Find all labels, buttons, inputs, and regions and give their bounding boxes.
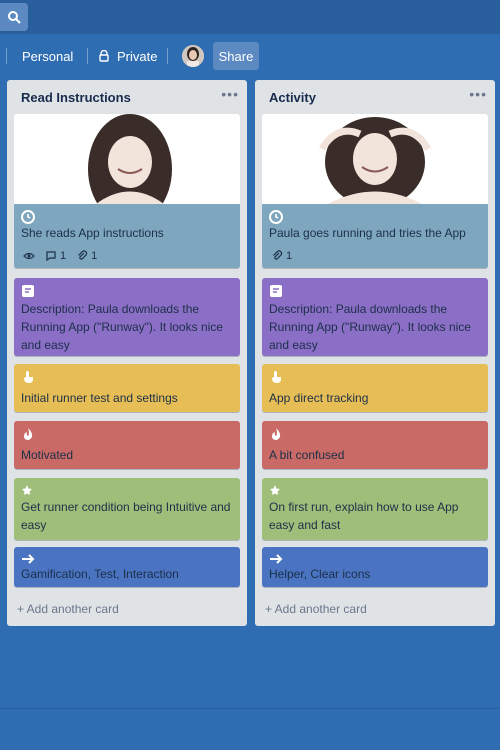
card-text: She reads App instructions	[21, 226, 164, 240]
top-bar	[0, 0, 500, 34]
privacy-label: Private	[117, 48, 158, 64]
eye-icon	[23, 252, 35, 260]
card-emotion[interactable]: A bit confused	[262, 421, 488, 469]
divider	[6, 48, 7, 64]
arrow-right-icon	[22, 554, 35, 564]
attachments-badge: 1	[76, 247, 97, 265]
share-button[interactable]: Share	[213, 42, 259, 70]
card-text: Initial runner test and settings	[21, 391, 178, 405]
board-header: Personal Private Share	[0, 34, 500, 78]
list-title: Activity	[269, 90, 316, 105]
search-icon	[8, 11, 21, 24]
team-visibility-label: Personal	[22, 48, 74, 64]
team-visibility-button[interactable]: Personal	[22, 44, 73, 68]
clock-icon	[21, 210, 35, 224]
card-text: App direct tracking	[269, 391, 369, 405]
card-text: On first run, explain how to use App eas…	[269, 500, 459, 532]
woman-portrait-image	[14, 114, 240, 204]
card-cover[interactable]: Paula goes running and tries the App 1	[262, 114, 488, 268]
card-badges: 1	[271, 247, 292, 265]
touch-icon	[24, 371, 33, 383]
add-card-button[interactable]: + Add another card	[265, 602, 367, 616]
card-opportunity[interactable]: Get runner condition being Intuitive and…	[14, 478, 240, 540]
card-text: A bit confused	[269, 448, 345, 462]
comment-icon	[46, 251, 56, 262]
list-read-instructions: Read Instructions ••• She reads App inst…	[7, 80, 247, 626]
attachments-count: 1	[286, 250, 293, 262]
attachments-count: 1	[91, 250, 98, 262]
lock-icon	[99, 50, 109, 62]
card-emotion[interactable]: Motivated	[14, 421, 240, 469]
card-cover[interactable]: She reads App instructions 1 1	[14, 114, 240, 268]
card-text: Description: Paula downloads the Running…	[269, 302, 471, 352]
card-text: Get runner condition being Intuitive and…	[21, 500, 231, 532]
card-text: Paula goes running and tries the App	[269, 226, 466, 240]
paperclip-icon	[78, 250, 88, 260]
card-text: Helper, Clear icons	[269, 567, 371, 581]
card-tags[interactable]: Helper, Clear icons	[262, 547, 488, 587]
list-menu-button[interactable]: •••	[221, 86, 239, 102]
attachments-badge: 1	[271, 247, 292, 265]
cover-image	[262, 114, 488, 204]
list-activity: Activity ••• Paula goes running and trie…	[255, 80, 495, 626]
list-title: Read Instructions	[21, 90, 131, 105]
cover-image	[14, 114, 240, 204]
arrow-right-icon	[270, 554, 283, 564]
card-touch[interactable]: App direct tracking	[262, 364, 488, 412]
list-menu-button[interactable]: •••	[469, 86, 487, 102]
views-badge	[23, 252, 35, 260]
divider	[87, 48, 88, 64]
card-touch[interactable]: Initial runner test and settings	[14, 364, 240, 412]
share-label: Share	[218, 48, 254, 64]
privacy-button[interactable]: Private	[98, 44, 157, 68]
comments-count: 1	[60, 250, 67, 262]
paperclip-icon	[273, 250, 283, 260]
star-icon	[270, 485, 280, 495]
woman-portrait-image	[262, 114, 488, 204]
card-tags[interactable]: Gamification, Test, Interaction	[14, 547, 240, 587]
card-description[interactable]: Description: Paula downloads the Running…	[262, 278, 488, 356]
card-text: Description: Paula downloads the Running…	[21, 302, 223, 352]
card-text: Motivated	[21, 448, 74, 462]
card-description[interactable]: Description: Paula downloads the Running…	[14, 278, 240, 356]
member-avatar[interactable]	[182, 45, 204, 67]
clock-icon	[269, 210, 283, 224]
divider	[167, 48, 168, 64]
card-badges: 1 1	[23, 247, 97, 265]
flame-icon	[24, 428, 33, 440]
description-icon	[270, 285, 282, 297]
board-footer	[0, 708, 500, 750]
flame-icon	[272, 428, 281, 440]
avatar-image	[182, 45, 204, 67]
comments-badge: 1	[45, 247, 66, 265]
description-icon	[22, 285, 34, 297]
add-card-button[interactable]: + Add another card	[17, 602, 119, 616]
touch-icon	[272, 371, 281, 383]
card-text: Gamification, Test, Interaction	[21, 567, 179, 581]
card-opportunity[interactable]: On first run, explain how to use App eas…	[262, 478, 488, 540]
star-icon	[22, 485, 32, 495]
search-button[interactable]	[0, 3, 28, 31]
